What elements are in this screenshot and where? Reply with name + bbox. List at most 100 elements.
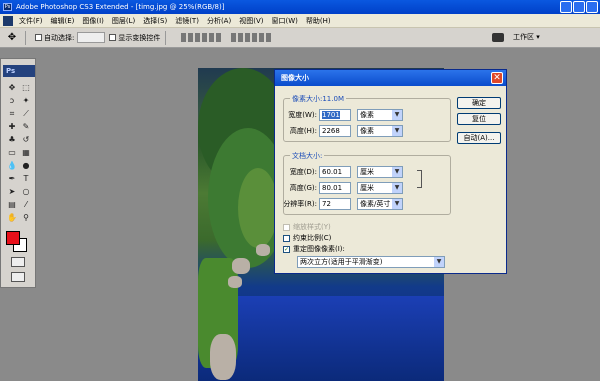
align-top-icon[interactable] (181, 33, 187, 42)
slice-tool[interactable]: ⟋ (20, 109, 32, 119)
doc-height-row: 高度(G): 80.01 厘米 ▼ (283, 182, 403, 194)
resolution-row: 分辨率(R): 72 像素/英寸 ▼ (283, 198, 403, 210)
image-rock (232, 258, 250, 274)
menu-layer[interactable]: 图层(L) (108, 14, 139, 28)
distribute-top-icon[interactable] (231, 33, 237, 42)
menu-help[interactable]: 帮助(H) (302, 14, 335, 28)
pixel-width-input[interactable]: 1701 (319, 109, 351, 121)
align-buttons (181, 33, 222, 42)
maximize-button[interactable] (573, 1, 585, 13)
align-hcenter-icon[interactable] (209, 33, 215, 42)
doc-height-input[interactable]: 80.01 (319, 182, 351, 194)
hand-tool[interactable]: ✋ (6, 213, 18, 223)
marquee-tool[interactable]: ⬚ (20, 83, 32, 93)
menu-select[interactable]: 选择(S) (139, 14, 171, 28)
ps-logo: Ps (3, 65, 35, 77)
move-tool[interactable]: ✥ (6, 83, 18, 93)
constrain-proportions-checkbox[interactable] (283, 234, 290, 242)
distribute-right-icon[interactable] (266, 33, 272, 42)
auto-select-checkbox[interactable] (35, 34, 42, 41)
healing-tool[interactable]: ✚ (6, 122, 18, 132)
pixel-dimensions-title: 像素大小:11.0M (290, 94, 346, 104)
options-bar: ✥ 自动选择: 显示变换控件 工作区 ▾ (0, 28, 600, 48)
image-rock (256, 244, 270, 256)
resample-checkbox[interactable]: ✓ (283, 245, 290, 253)
show-transform-label: 显示变换控件 (118, 33, 161, 42)
menu-image[interactable]: 图像(I) (78, 14, 108, 28)
scale-styles-option: 缩放样式(Y) (283, 222, 331, 232)
align-left-icon[interactable] (202, 33, 208, 42)
quick-mask-button[interactable] (11, 257, 25, 267)
doc-width-input[interactable]: 60.01 (319, 166, 351, 178)
shape-tool[interactable]: ○ (20, 187, 32, 197)
path-select-tool[interactable]: ➤ (6, 187, 18, 197)
resolution-unit-select[interactable]: 像素/英寸 ▼ (357, 198, 403, 210)
pixel-width-unit-select[interactable]: 像素 ▼ (357, 109, 403, 121)
dialog-title: 图像大小 (275, 70, 506, 86)
pixel-width-row: 宽度(W): 1701 像素 ▼ (283, 109, 403, 121)
camera-icon[interactable] (492, 33, 504, 42)
resolution-input[interactable]: 72 (319, 198, 351, 210)
foreground-color-swatch[interactable] (6, 231, 20, 245)
resample-method-row: 两次立方(适用于平滑渐变) ▼ (297, 256, 445, 268)
image-rock (210, 334, 236, 380)
document-size-title: 文档大小: (290, 151, 325, 161)
menu-filter[interactable]: 滤镜(T) (171, 14, 203, 28)
pixel-height-input[interactable]: 2268 (319, 125, 351, 137)
dialog-close-icon[interactable]: ✕ (491, 72, 503, 84)
resample-method-select[interactable]: 两次立方(适用于平滑渐变) ▼ (297, 256, 445, 268)
menu-bar: 文件(F) 编辑(E) 图像(I) 图层(L) 选择(S) 滤镜(T) 分析(A… (0, 14, 600, 28)
toolbox: Ps ✥ ⬚ ↄ ✦ ⌗ ⟋ ✚ ✎ ♣ ↺ ▭ ▦ 💧 ● ✒ T ➤ ○ ▤… (0, 58, 36, 288)
resample-option: ✓ 重定图像像素(I): (283, 244, 345, 254)
notes-tool[interactable]: ▤ (6, 200, 18, 210)
auto-button[interactable]: 自动(A)... (457, 132, 501, 144)
chevron-down-icon: ▼ (392, 183, 402, 193)
pen-tool[interactable]: ✒ (6, 174, 18, 184)
image-size-dialog: 图像大小 ✕ 像素大小:11.0M 宽度(W): 1701 像素 ▼ 高度(H):… (274, 69, 507, 274)
magic-wand-tool[interactable]: ✦ (20, 96, 32, 106)
doc-width-unit-select[interactable]: 厘米 ▼ (357, 166, 403, 178)
distribute-left-icon[interactable] (252, 33, 258, 42)
reset-button[interactable]: 复位 (457, 113, 501, 125)
menu-view[interactable]: 视图(V) (235, 14, 267, 28)
chevron-down-icon: ▼ (392, 167, 402, 177)
screen-mode-button[interactable] (11, 272, 25, 282)
workspace-menu[interactable]: 工作区 ▾ (513, 32, 540, 42)
auto-select-dropdown[interactable] (77, 32, 106, 43)
gradient-tool[interactable]: ▦ (20, 148, 32, 158)
align-bottom-icon[interactable] (195, 33, 201, 42)
stamp-tool[interactable]: ♣ (6, 135, 18, 145)
menu-window[interactable]: 窗口(W) (267, 14, 301, 28)
eyedropper-tool[interactable]: ⁄ (20, 200, 32, 210)
type-tool[interactable]: T (20, 174, 32, 184)
dodge-tool[interactable]: ● (20, 161, 32, 171)
lasso-tool[interactable]: ↄ (6, 96, 18, 106)
distribute-vcenter-icon[interactable] (238, 33, 244, 42)
align-right-icon[interactable] (216, 33, 222, 42)
resample-label: 重定图像像素(I): (293, 245, 345, 253)
doc-height-unit-select[interactable]: 厘米 ▼ (357, 182, 403, 194)
divider (25, 30, 26, 45)
distribute-hcenter-icon[interactable] (259, 33, 265, 42)
scale-styles-checkbox[interactable] (283, 223, 290, 231)
align-vcenter-icon[interactable] (188, 33, 194, 42)
close-window-button[interactable] (586, 1, 598, 13)
menu-analysis[interactable]: 分析(A) (203, 14, 235, 28)
brush-tool[interactable]: ✎ (20, 122, 32, 132)
distribute-bottom-icon[interactable] (245, 33, 251, 42)
blur-tool[interactable]: 💧 (6, 161, 18, 171)
history-brush-tool[interactable]: ↺ (20, 135, 32, 145)
image-rock (228, 276, 242, 288)
link-icon (417, 170, 422, 188)
doc-width-label: 宽度(D): (289, 168, 317, 176)
crop-tool[interactable]: ⌗ (6, 109, 18, 119)
ok-button[interactable]: 确定 (457, 97, 501, 109)
zoom-tool[interactable]: ⚲ (20, 213, 32, 223)
eraser-tool[interactable]: ▭ (6, 148, 18, 158)
menu-file[interactable]: 文件(F) (15, 14, 47, 28)
pixel-height-unit-select[interactable]: 像素 ▼ (357, 125, 403, 137)
minimize-button[interactable] (560, 1, 572, 13)
menu-edit[interactable]: 编辑(E) (47, 14, 79, 28)
move-tool-icon[interactable]: ✥ (4, 31, 20, 45)
show-transform-checkbox[interactable] (109, 34, 117, 41)
